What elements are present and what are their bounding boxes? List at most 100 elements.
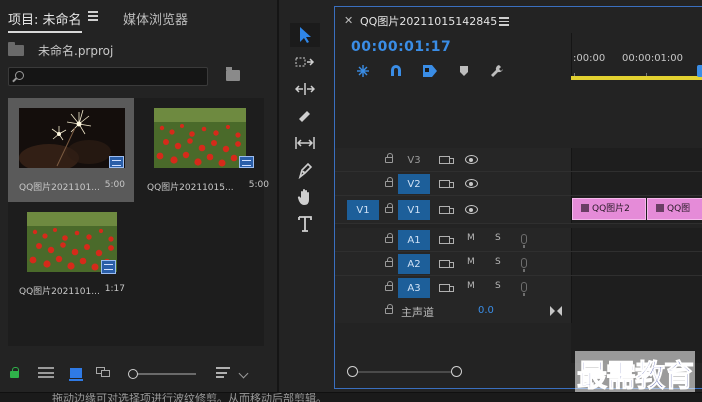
zoom-slider-handle[interactable]: [128, 369, 138, 379]
track-row-v2: V2: [335, 172, 702, 196]
track-content[interactable]: [571, 172, 702, 195]
media-item-name: QQ图片20211015...: [147, 183, 234, 193]
playhead-timecode[interactable]: 00:00:01:17: [351, 39, 451, 55]
tab-media-browser[interactable]: 媒体浏览器: [123, 9, 188, 28]
track-content[interactable]: [571, 148, 702, 171]
wrench-icon[interactable]: [488, 63, 506, 79]
sync-lock-icon[interactable]: [439, 236, 454, 244]
marker-icon[interactable]: [455, 63, 473, 79]
master-volume-value[interactable]: 0.0: [478, 305, 494, 316]
close-icon[interactable]: ✕: [344, 14, 353, 27]
track-content[interactable]: [571, 276, 702, 299]
lock-icon[interactable]: [385, 257, 393, 267]
flower-field-thumbnail: [154, 108, 246, 168]
track-name[interactable]: A1: [398, 230, 430, 250]
sync-lock-icon[interactable]: [439, 180, 454, 188]
mic-icon[interactable]: [521, 234, 527, 248]
chevron-down-icon[interactable]: [238, 368, 249, 379]
lock-icon[interactable]: [385, 304, 393, 314]
media-item[interactable]: QQ图片2021101... 5:00: [8, 98, 134, 202]
media-item[interactable]: QQ图片2021101... 1:17: [8, 202, 134, 306]
panel-divider[interactable]: [277, 0, 279, 392]
tab-project[interactable]: 项目: 未命名: [8, 9, 82, 33]
timeline-clip[interactable]: QQ图片2: [572, 198, 646, 220]
watermark-logo: 最需教育: [575, 351, 695, 395]
type-icon: [298, 216, 312, 232]
list-view-icon[interactable]: [38, 367, 54, 378]
sync-lock-icon[interactable]: [439, 206, 454, 214]
sync-lock-icon[interactable]: [439, 260, 454, 268]
mute-button[interactable]: M: [467, 281, 475, 291]
track-select-tool[interactable]: [290, 50, 320, 74]
solo-button[interactable]: S: [495, 233, 501, 243]
panel-menu-icon[interactable]: [88, 11, 98, 21]
master-track-label: 主声道: [401, 306, 434, 319]
source-patch-v1[interactable]: V1: [347, 200, 379, 220]
lock-icon[interactable]: [385, 281, 393, 291]
track-content[interactable]: [571, 252, 702, 275]
scrollbar-handle-left[interactable]: [347, 366, 358, 377]
track-content[interactable]: [571, 228, 702, 251]
work-area-bar[interactable]: [571, 76, 702, 80]
playhead-handle[interactable]: [697, 65, 702, 77]
lock-icon[interactable]: [385, 203, 393, 213]
sequence-badge-icon: [101, 260, 116, 274]
track-header-empty: [335, 323, 571, 363]
track-name[interactable]: A3: [398, 278, 430, 298]
mic-icon[interactable]: [521, 258, 527, 272]
nest-toggle-icon[interactable]: [354, 63, 372, 79]
eye-icon[interactable]: [465, 205, 478, 214]
ripple-edit-icon: [295, 83, 315, 95]
scrollbar-handle-right[interactable]: [451, 366, 462, 377]
timeline-clip[interactable]: QQ图: [647, 198, 702, 220]
track-name[interactable]: A2: [398, 254, 430, 274]
hand-icon: [297, 189, 309, 205]
solo-button[interactable]: S: [495, 281, 501, 291]
lock-icon[interactable]: [385, 233, 393, 243]
media-item[interactable]: QQ图片20211015... 5:00: [136, 98, 269, 202]
track-name[interactable]: V3: [398, 150, 430, 170]
solo-button[interactable]: S: [495, 257, 501, 267]
status-bar: 拖动边缘可对选择项进行波纹修剪。从而移动后部剪辑。: [0, 392, 702, 402]
new-bin-icon[interactable]: [226, 67, 240, 81]
snap-icon[interactable]: [387, 63, 405, 79]
lock-icon[interactable]: [385, 177, 393, 187]
mute-button[interactable]: M: [467, 233, 475, 243]
track-header: A2 M S: [335, 252, 571, 275]
media-item-duration: 1:17: [104, 284, 125, 294]
ruler-label: :00:00: [573, 53, 606, 64]
type-tool[interactable]: [290, 212, 320, 236]
tab-sequence[interactable]: QQ图片20211015142845: [360, 13, 497, 29]
mute-button[interactable]: M: [467, 257, 475, 267]
freeform-view-icon[interactable]: [96, 367, 114, 377]
track-content[interactable]: [571, 299, 702, 323]
lock-icon[interactable]: [385, 153, 393, 163]
track-row-v1: V1 V1 QQ图片2 QQ图: [335, 196, 702, 224]
sync-lock-icon[interactable]: [439, 284, 454, 292]
mic-icon[interactable]: [521, 282, 527, 296]
track-row-a2: A2 M S: [335, 252, 702, 276]
time-ruler[interactable]: :00:00 00:00:01:00: [571, 33, 702, 79]
icon-view-icon[interactable]: [69, 368, 83, 381]
go-to-in-out-icon[interactable]: [550, 306, 562, 316]
pen-tool[interactable]: [290, 158, 320, 182]
ripple-edit-tool[interactable]: [290, 77, 320, 101]
selection-tool[interactable]: [290, 23, 320, 47]
linked-selection-icon[interactable]: [421, 63, 439, 79]
panel-menu-icon[interactable]: [499, 17, 509, 26]
hand-tool[interactable]: [290, 185, 320, 209]
track-name[interactable]: V1: [398, 200, 430, 220]
track-content[interactable]: QQ图片2 QQ图: [571, 196, 702, 223]
search-input[interactable]: [8, 67, 208, 86]
lock-icon[interactable]: [10, 367, 19, 378]
track-name[interactable]: V2: [398, 174, 430, 194]
project-toolbar: [0, 362, 277, 384]
sync-lock-icon[interactable]: [439, 156, 454, 164]
zoom-slider[interactable]: [128, 369, 198, 379]
eye-icon[interactable]: [465, 179, 478, 188]
timeline-tools: [335, 63, 571, 81]
slip-tool[interactable]: [290, 131, 320, 155]
eye-icon[interactable]: [465, 155, 478, 164]
razor-tool[interactable]: [290, 104, 320, 128]
sort-icon[interactable]: [216, 367, 230, 378]
